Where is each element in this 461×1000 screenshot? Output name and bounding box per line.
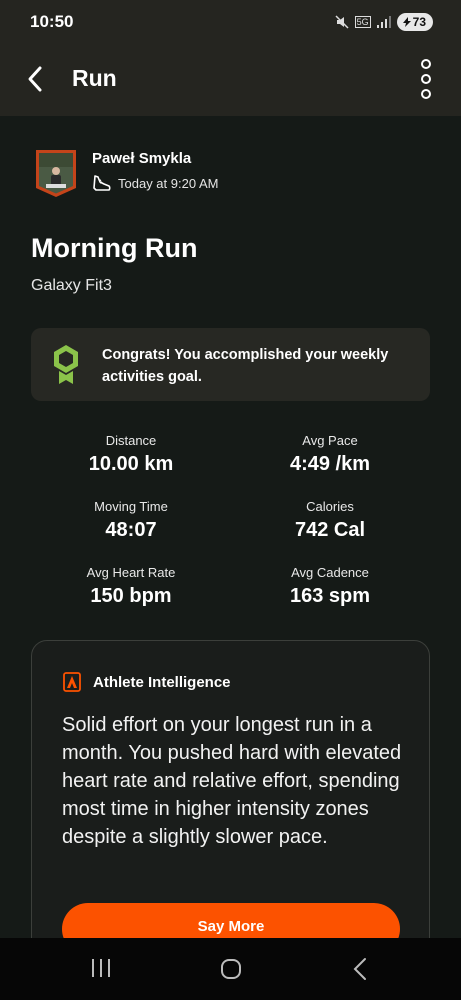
stat-moving-time: Moving Time 48:07	[31, 499, 231, 542]
activity-timestamp: Today at 9:20 AM	[118, 175, 219, 191]
back-button[interactable]	[22, 64, 52, 94]
stat-calories: Calories 742 Cal	[230, 499, 430, 542]
back-nav-icon[interactable]	[352, 957, 368, 981]
goal-banner[interactable]: Congrats! You accomplished your weekly a…	[31, 328, 430, 401]
stat-value: 150 bpm	[90, 585, 172, 607]
stat-avg-cadence: Avg Cadence 163 spm	[230, 565, 430, 608]
stat-value: 10.00 km	[88, 453, 174, 475]
stat-value: 4:49 /km	[289, 453, 371, 475]
more-dot	[421, 89, 431, 99]
athlete-intelligence-card: Athlete Intelligence Solid effort on you…	[31, 640, 430, 970]
stat-value: 48:07	[105, 519, 157, 541]
more-options-button[interactable]	[415, 59, 437, 99]
stat-distance: Distance 10.00 km	[31, 433, 231, 476]
stat-value: 163 spm	[289, 585, 371, 607]
battery-level: 73	[412, 15, 426, 29]
stat-avg-heart-rate: Avg Heart Rate 150 bpm	[31, 565, 231, 608]
stat-value: 742 Cal	[294, 519, 366, 541]
stat-label: Avg Cadence	[291, 565, 369, 580]
badge-icon	[54, 345, 78, 384]
stat-label: Calories	[306, 499, 354, 514]
stat-label: Distance	[105, 433, 157, 448]
home-icon[interactable]	[220, 958, 242, 980]
mute-icon	[335, 15, 349, 29]
athlete-name[interactable]: Paweł Smykla	[92, 150, 191, 167]
page-title: Run	[72, 65, 117, 91]
recents-icon[interactable]	[89, 958, 113, 978]
activity-title: Morning Run	[31, 233, 198, 263]
shoe-icon	[93, 175, 111, 191]
stat-label: Avg Pace	[302, 433, 358, 448]
more-dot	[421, 74, 431, 84]
athlete-intelligence-icon	[63, 672, 81, 692]
signal-icon	[376, 16, 391, 28]
system-nav-bar	[0, 938, 461, 1000]
network-type: 5G	[354, 16, 371, 28]
goal-banner-text: Congrats! You accomplished your weekly a…	[102, 347, 389, 385]
battery-indicator: 73	[396, 13, 433, 31]
stat-label: Moving Time	[94, 499, 168, 514]
device-name: Galaxy Fit3	[31, 277, 112, 294]
chevron-left-icon	[28, 66, 42, 92]
stat-label: Avg Heart Rate	[86, 565, 176, 580]
athlete-intelligence-text: Solid effort on your longest run in a mo…	[62, 714, 402, 848]
stat-avg-pace: Avg Pace 4:49 /km	[230, 433, 430, 476]
more-vertical-icon	[421, 59, 431, 69]
avatar[interactable]	[34, 148, 78, 198]
status-icons: 5G 73	[335, 13, 433, 31]
app-bar: Run	[0, 44, 461, 116]
status-time: 10:50	[30, 12, 74, 31]
charging-icon	[402, 17, 411, 27]
status-bar: 10:50 5G 73	[0, 0, 461, 44]
athlete-intelligence-title: Athlete Intelligence	[93, 674, 231, 691]
activity-meta: Today at 9:20 AM	[92, 174, 218, 192]
